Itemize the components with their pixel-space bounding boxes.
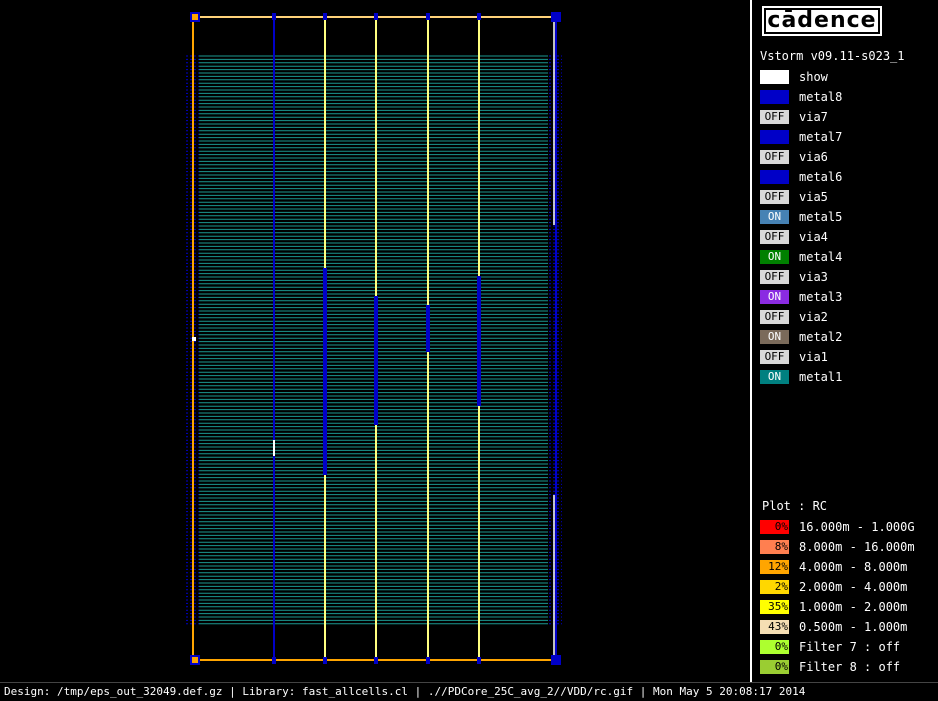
stripe-pin: [272, 657, 276, 664]
layer-label: metal8: [799, 90, 843, 104]
status-text: Design: /tmp/eps_out_32049.def.gz | Libr…: [4, 685, 806, 698]
layer-label: metal7: [799, 130, 843, 144]
layer-toggle-via6[interactable]: OFF: [760, 150, 789, 164]
layer-row-metal1[interactable]: ON metal1: [760, 370, 930, 386]
layer-toggle-via1[interactable]: OFF: [760, 350, 789, 364]
layer-label: metal1: [799, 370, 843, 384]
legend-row[interactable]: 35% 1.000m - 2.000m: [760, 600, 938, 616]
layer-row-via2[interactable]: OFF via2: [760, 310, 930, 326]
corner-pad: [551, 12, 561, 22]
legend-range: Filter 7 : off: [799, 640, 901, 654]
power-grid-layout[interactable]: [0, 0, 750, 682]
legend-percent[interactable]: 35%: [760, 600, 789, 614]
legend-row[interactable]: 0% Filter 8 : off: [760, 660, 938, 676]
legend-percent[interactable]: 0%: [760, 640, 789, 654]
layer-row-metal8[interactable]: ON metal8: [760, 90, 930, 106]
legend-range: 16.000m - 1.000G: [799, 520, 915, 534]
layer-label: via4: [799, 230, 828, 244]
stripe-pin: [426, 13, 430, 20]
legend-range: 1.000m - 2.000m: [799, 600, 908, 614]
status-bar: Design: /tmp/eps_out_32049.def.gz | Libr…: [0, 682, 938, 701]
legend-percent[interactable]: 2%: [760, 580, 789, 594]
layer-label: metal4: [799, 250, 843, 264]
legend-percent[interactable]: 0%: [760, 660, 789, 674]
layer-row-via3[interactable]: OFF via3: [760, 270, 930, 286]
layer-label: metal2: [799, 330, 843, 344]
layer-row-via6[interactable]: OFF via6: [760, 150, 930, 166]
layer-toggle-metal6[interactable]: ON: [760, 170, 789, 184]
layer-row-metal6[interactable]: ON metal6: [760, 170, 930, 186]
layer-toggle-metal3[interactable]: ON: [760, 290, 789, 304]
layer-label: metal3: [799, 290, 843, 304]
layer-toggle-via2[interactable]: OFF: [760, 310, 789, 324]
plot-title: Plot : RC: [762, 499, 828, 513]
layer-toggle-metal8[interactable]: ON: [760, 90, 789, 104]
stripe-pin: [477, 657, 481, 664]
layer-label: via1: [799, 350, 828, 364]
legend-percent[interactable]: 8%: [760, 540, 789, 554]
corner-pad: [551, 655, 561, 665]
left-marker: [192, 337, 196, 341]
layer-toggle-via3[interactable]: OFF: [760, 270, 789, 284]
layer-toggle-metal7[interactable]: ON: [760, 130, 789, 144]
layer-row-via4[interactable]: OFF via4: [760, 230, 930, 246]
corner-pad-marker: [192, 14, 198, 20]
layer-row-metal3[interactable]: ON metal3: [760, 290, 930, 306]
layer-label: via7: [799, 110, 828, 124]
legend-percent[interactable]: 43%: [760, 620, 789, 634]
legend-range: 2.000m - 4.000m: [799, 580, 908, 594]
layer-row-metal2[interactable]: ON metal2: [760, 330, 930, 346]
layer-toggle-via4[interactable]: OFF: [760, 230, 789, 244]
layer-label: metal5: [799, 210, 843, 224]
layer-row-via1[interactable]: OFF via1: [760, 350, 930, 366]
legend-range: 4.000m - 8.000m: [799, 560, 908, 574]
layer-toggle-metal2[interactable]: ON: [760, 330, 789, 344]
legend-row[interactable]: 43% 0.500m - 1.000m: [760, 620, 938, 636]
version-label: Vstorm v09.11-s023_1: [760, 49, 905, 63]
layer-side-panel: cādence Vstorm v09.11-s023_1 show ON metal…: [752, 0, 938, 682]
layer-row-via5[interactable]: OFF via5: [760, 190, 930, 206]
stripe-pin: [477, 13, 481, 20]
layer-row-show[interactable]: show: [760, 70, 930, 86]
layer-toggle-metal1[interactable]: ON: [760, 370, 789, 384]
logo-text: cādence: [766, 8, 878, 33]
layer-label: via3: [799, 270, 828, 284]
stripe-pin: [323, 657, 327, 664]
layer-row-metal7[interactable]: ON metal7: [760, 130, 930, 146]
corner-pad-marker: [192, 657, 198, 663]
stripe-pin: [272, 13, 276, 20]
layer-label: via2: [799, 310, 828, 324]
layer-toggle-metal4[interactable]: ON: [760, 250, 789, 264]
layer-label: show: [799, 70, 828, 84]
stripe-pin: [426, 657, 430, 664]
stripe-pin: [374, 657, 378, 664]
legend-row[interactable]: 0% 16.000m - 1.000G: [760, 520, 938, 536]
layer-toggle-show[interactable]: [760, 70, 789, 84]
layer-toggle-via7[interactable]: OFF: [760, 110, 789, 124]
layer-row-metal5[interactable]: ON metal5: [760, 210, 930, 226]
legend-range: 0.500m - 1.000m: [799, 620, 908, 634]
legend-range: Filter 8 : off: [799, 660, 901, 674]
legend-range: 8.000m - 16.000m: [799, 540, 915, 554]
legend-row[interactable]: 8% 8.000m - 16.000m: [760, 540, 938, 556]
layout-canvas[interactable]: [0, 0, 750, 682]
layer-row-via7[interactable]: OFF via7: [760, 110, 930, 126]
stripe-pin: [323, 13, 327, 20]
cadence-logo: cādence: [762, 6, 882, 36]
stripe-pin: [374, 13, 378, 20]
legend-row[interactable]: 12% 4.000m - 8.000m: [760, 560, 938, 576]
legend-row[interactable]: 2% 2.000m - 4.000m: [760, 580, 938, 596]
legend-row[interactable]: 0% Filter 7 : off: [760, 640, 938, 656]
layer-label: via5: [799, 190, 828, 204]
layer-label: via6: [799, 150, 828, 164]
layer-row-metal4[interactable]: ON metal4: [760, 250, 930, 266]
layer-toggle-metal5[interactable]: ON: [760, 210, 789, 224]
legend-percent[interactable]: 0%: [760, 520, 789, 534]
legend-percent[interactable]: 12%: [760, 560, 789, 574]
layer-toggle-via5[interactable]: OFF: [760, 190, 789, 204]
layer-label: metal6: [799, 170, 843, 184]
